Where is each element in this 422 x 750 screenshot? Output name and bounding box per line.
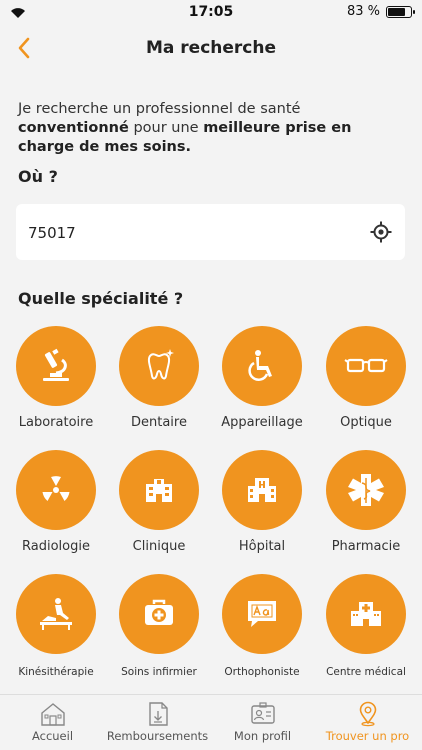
tab-label: Accueil [31,729,74,743]
specialty-radiologie[interactable]: Radiologie [4,450,108,554]
map-pin-icon [359,701,376,727]
specialty-label: Orthophoniste [224,666,300,678]
specialty-label: Pharmacie [331,539,401,554]
tab-label: Mon profil [233,729,292,743]
specialty-label: Radiologie [22,539,90,554]
wheelchair-icon [222,326,302,406]
id-card-icon [250,702,275,724]
specialty-orthophoniste[interactable]: Orthophoniste [210,574,314,678]
specialty-clinique[interactable]: Clinique [107,450,211,554]
home-icon [40,703,65,726]
page-title: Ma recherche [145,38,277,58]
specialty-label: Kinésithérapie [18,666,94,678]
specialty-label: Hôpital [238,539,286,554]
specialty-appareillage[interactable]: Appareillage [210,326,314,430]
intro-part1: Je recherche un professionnel de santé [18,101,301,117]
tab-label: Trouver un pro [325,729,410,743]
microscope-icon [16,326,96,406]
crosshair-icon [370,221,392,243]
location-value[interactable]: 75017 [28,224,76,242]
location-field[interactable]: 75017 [16,204,405,260]
battery-icon [386,6,415,18]
medical-center-icon [326,574,406,654]
specialty-label: Centre médical [326,666,406,678]
tab-bar: Accueil Remboursements Mon profil Trouve… [0,694,422,750]
locate-button[interactable] [369,220,393,244]
specialty-kinesitherapie[interactable]: Kinésithérapie [4,574,108,678]
specialty-laboratoire[interactable]: Laboratoire [4,326,108,430]
tab-label: Remboursements [106,729,209,743]
tab-trouver-un-pro[interactable]: Trouver un pro [315,701,420,743]
battery-percent: 83 % [346,4,380,19]
radiation-icon [16,450,96,530]
physiotherapy-icon [16,574,96,654]
navigation-bar: Ma recherche [0,24,422,72]
specialty-label: Appareillage [221,415,303,430]
tab-accueil[interactable]: Accueil [0,701,105,743]
specialty-title: Quelle spécialité ? [18,289,184,308]
specialty-pharmacie[interactable]: Pharmacie [314,450,418,554]
status-bar: 17:05 83 % [0,0,422,24]
specialty-label: Soins infirmier [121,666,197,678]
specialty-optique[interactable]: Optique [314,326,418,430]
speech-bubble-icon [222,574,302,654]
specialty-label: Dentaire [131,415,187,430]
tab-remboursements[interactable]: Remboursements [105,701,210,743]
where-title: Où ? [18,167,58,186]
specialty-dentaire[interactable]: Dentaire [107,326,211,430]
clinic-icon [119,450,199,530]
caduceus-icon [326,450,406,530]
hospital-icon [222,450,302,530]
intro-part2: pour une [128,120,204,136]
specialty-soins-infirmier[interactable]: Soins infirmier [107,574,211,678]
tab-mon-profil[interactable]: Mon profil [210,701,315,743]
document-icon [148,702,168,726]
specialty-label: Clinique [132,539,186,554]
specialty-label: Optique [340,415,392,430]
specialty-hopital[interactable]: Hôpital [210,450,314,554]
specialty-centre-medical[interactable]: Centre médical [314,574,418,678]
glasses-icon [326,326,406,406]
tooth-icon [119,326,199,406]
intro-text: Je recherche un professionnel de santé c… [18,100,408,157]
intro-bold1: conventionné [18,120,129,136]
first-aid-kit-icon [119,574,199,654]
specialty-label: Laboratoire [18,415,94,430]
